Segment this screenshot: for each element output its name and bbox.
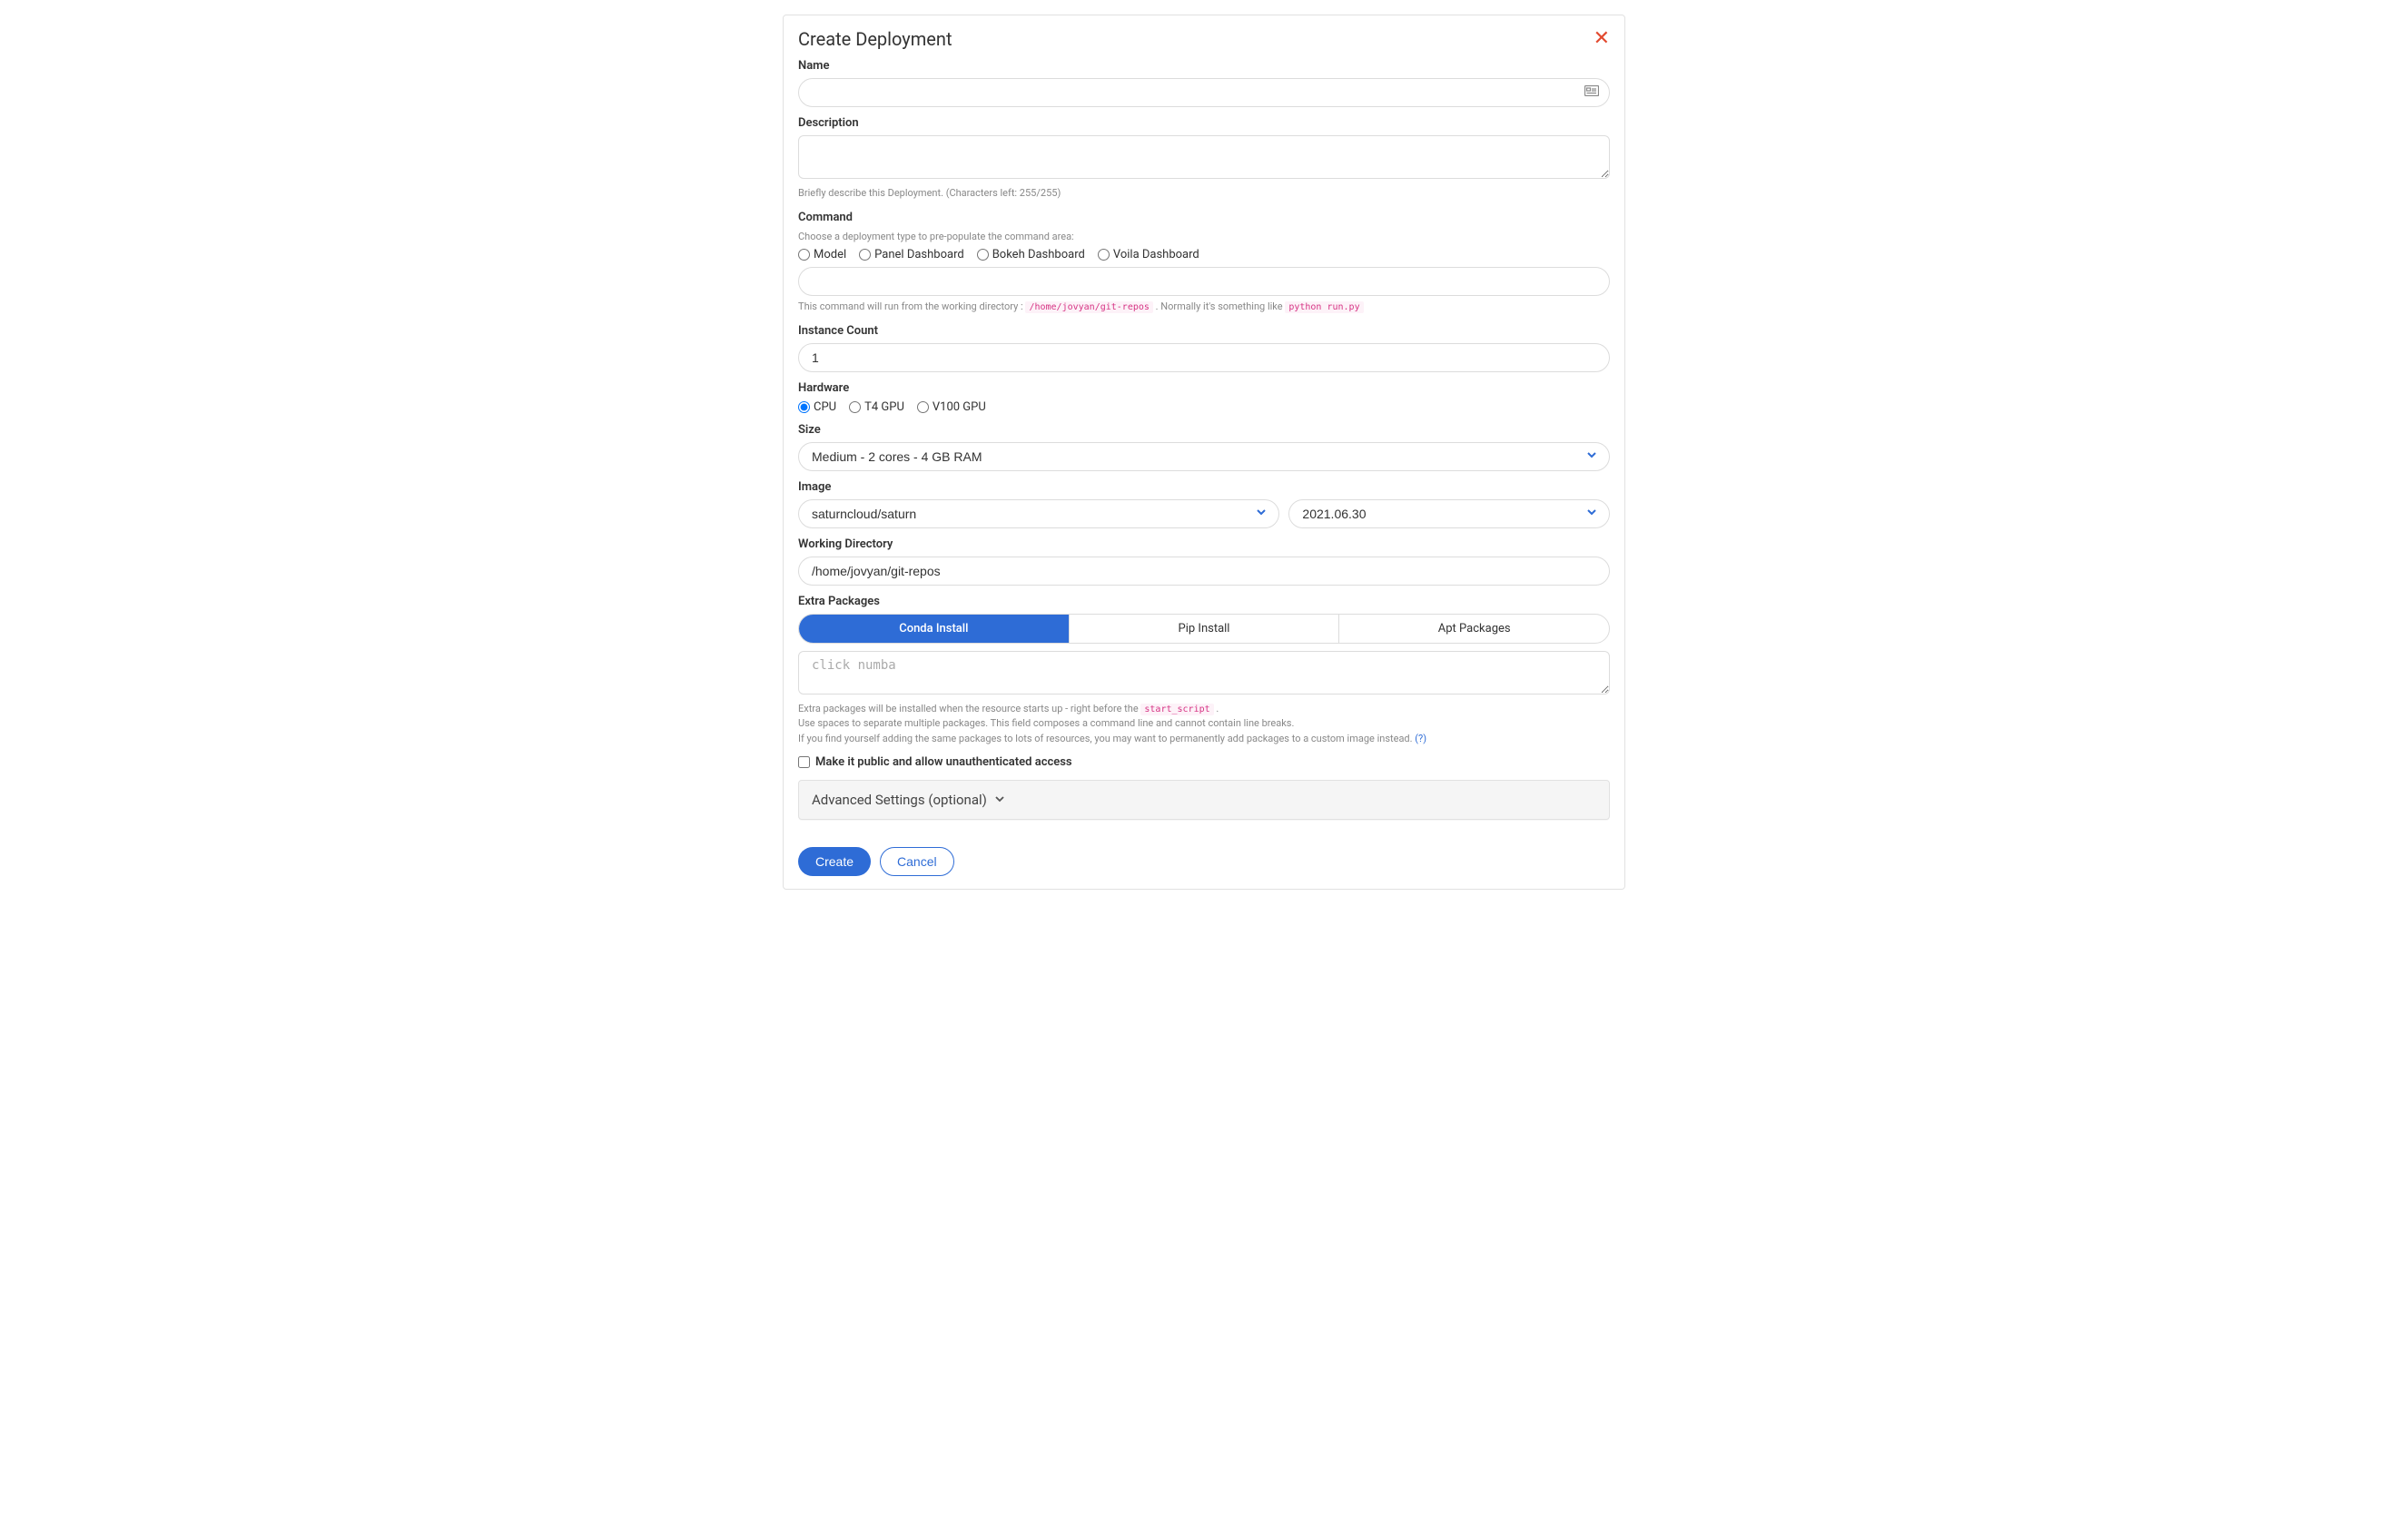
radio-panel-input[interactable] [859, 249, 871, 261]
radio-cpu[interactable]: CPU [798, 400, 836, 414]
radio-panel[interactable]: Panel Dashboard [859, 248, 964, 261]
radio-v100gpu[interactable]: V100 GPU [917, 400, 986, 414]
hardware-group: Hardware CPU T4 GPU V100 GPU [798, 381, 1610, 414]
description-input[interactable] [798, 135, 1610, 179]
description-group: Description Briefly describe this Deploy… [798, 116, 1610, 202]
packages-helper-1-pre: Extra packages will be installed when th… [798, 703, 1140, 714]
radio-v100gpu-input[interactable] [917, 401, 929, 413]
working-directory-group: Working Directory [798, 537, 1610, 586]
working-directory-input[interactable] [798, 557, 1610, 586]
image-name-select[interactable] [798, 499, 1279, 528]
extra-packages-label: Extra Packages [798, 595, 1610, 608]
command-helper-code2: python run.py [1285, 301, 1363, 313]
modal-header: Create Deployment ✕ [784, 15, 1624, 59]
tab-pip-install[interactable]: Pip Install [1070, 615, 1340, 643]
description-label: Description [798, 116, 1610, 130]
create-button[interactable]: Create [798, 847, 871, 876]
extra-packages-helper: Extra packages will be installed when th… [798, 702, 1610, 747]
radio-model[interactable]: Model [798, 248, 846, 261]
hardware-label: Hardware [798, 381, 1610, 395]
image-label: Image [798, 480, 1610, 494]
modal-footer: Create Cancel [784, 834, 1624, 889]
radio-model-label: Model [814, 248, 846, 261]
hardware-row: CPU T4 GPU V100 GPU [798, 400, 1610, 414]
close-icon[interactable]: ✕ [1594, 29, 1610, 49]
command-type-row: Model Panel Dashboard Bokeh Dashboard Vo… [798, 248, 1610, 261]
command-helper-code1: /home/jovyan/git-repos [1025, 301, 1152, 313]
chevron-down-icon [994, 792, 1005, 808]
name-input[interactable] [798, 78, 1610, 107]
command-helper-above: Choose a deployment type to pre-populate… [798, 230, 1610, 245]
packages-tabs: Conda Install Pip Install Apt Packages [798, 614, 1610, 644]
modal-body: Name Description Briefly describe thi [784, 59, 1624, 834]
command-helper-pre: This command will run from the working d… [798, 300, 1025, 312]
instance-count-group: Instance Count [798, 324, 1610, 372]
packages-helper-link[interactable]: (?) [1415, 733, 1426, 744]
description-helper: Briefly describe this Deployment. (Chara… [798, 186, 1610, 202]
instance-count-label: Instance Count [798, 324, 1610, 338]
radio-t4gpu-label: T4 GPU [864, 400, 904, 414]
instance-count-input[interactable] [798, 343, 1610, 372]
radio-voila-input[interactable] [1098, 249, 1110, 261]
public-checkbox[interactable] [798, 756, 810, 768]
command-input[interactable] [798, 267, 1610, 296]
radio-cpu-label: CPU [814, 400, 836, 414]
command-group: Command Choose a deployment type to pre-… [798, 211, 1610, 315]
radio-cpu-input[interactable] [798, 401, 810, 413]
command-helper-below: This command will run from the working d… [798, 300, 1610, 315]
command-label: Command [798, 211, 1610, 224]
extra-packages-group: Extra Packages Conda Install Pip Install… [798, 595, 1610, 747]
radio-voila[interactable]: Voila Dashboard [1098, 248, 1199, 261]
public-checkbox-label: Make it public and allow unauthenticated… [815, 755, 1072, 769]
radio-t4gpu[interactable]: T4 GPU [849, 400, 904, 414]
packages-helper-2: Use spaces to separate multiple packages… [798, 717, 1294, 729]
radio-voila-label: Voila Dashboard [1113, 248, 1199, 261]
radio-bokeh-input[interactable] [977, 249, 989, 261]
tab-apt-packages[interactable]: Apt Packages [1339, 615, 1609, 643]
size-label: Size [798, 423, 1610, 437]
advanced-settings-toggle[interactable]: Advanced Settings (optional) [798, 780, 1610, 820]
radio-bokeh-label: Bokeh Dashboard [992, 248, 1085, 261]
packages-helper-3-pre: If you find yourself adding the same pac… [798, 733, 1415, 744]
tab-conda-install[interactable]: Conda Install [799, 615, 1070, 643]
radio-bokeh[interactable]: Bokeh Dashboard [977, 248, 1085, 261]
radio-panel-label: Panel Dashboard [874, 248, 964, 261]
advanced-settings-label: Advanced Settings (optional) [812, 792, 987, 808]
image-version-select[interactable] [1288, 499, 1610, 528]
command-helper-mid: . Normally it's something like [1156, 300, 1286, 312]
packages-helper-1-code: start_script [1140, 704, 1213, 715]
size-group: Size [798, 423, 1610, 471]
radio-model-input[interactable] [798, 249, 810, 261]
size-select[interactable] [798, 442, 1610, 471]
working-directory-label: Working Directory [798, 537, 1610, 551]
name-group: Name [798, 59, 1610, 107]
name-label: Name [798, 59, 1610, 73]
cancel-button[interactable]: Cancel [880, 847, 954, 876]
modal-title: Create Deployment [798, 28, 952, 50]
public-checkbox-row: Make it public and allow unauthenticated… [798, 755, 1610, 769]
extra-packages-input[interactable] [798, 651, 1610, 695]
radio-t4gpu-input[interactable] [849, 401, 861, 413]
image-group: Image [798, 480, 1610, 528]
packages-helper-1-post: . [1214, 703, 1219, 714]
create-deployment-modal: Create Deployment ✕ Name [783, 15, 1625, 890]
radio-v100gpu-label: V100 GPU [933, 400, 986, 414]
